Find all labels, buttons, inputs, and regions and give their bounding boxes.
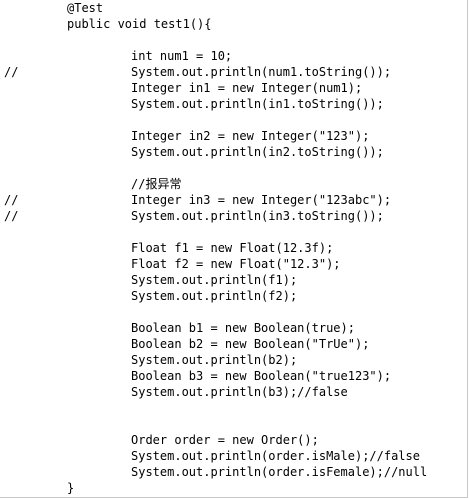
line-code-text: Order order = new Order(); [131, 433, 319, 447]
line-code-text: Boolean b3 = new Boolean("true123"); [131, 369, 392, 383]
line-code-text: System.out.println(f2); [131, 289, 298, 303]
line-code-text: Float f2 = new Float("12.3"); [131, 257, 341, 271]
line-code-text: @Test [67, 1, 104, 15]
line-code-text: System.out.println(in2.toString()); [131, 145, 384, 159]
line-code-text: System.out.println(order.isMale);//false [131, 449, 420, 463]
line-code-text: System.out.println(b3);//false [131, 385, 348, 399]
line-code-text: int num1 = 10; [131, 49, 233, 63]
line-code-text: System.out.println(in3.toString()); [131, 209, 384, 223]
line-code-text: System.out.println(order.isFemale);//nul… [131, 465, 428, 479]
line-code-text: Boolean b1 = new Boolean(true); [131, 321, 355, 335]
line-code-text: } [67, 481, 75, 495]
line-code-text: System.out.println(in1.toString()); [131, 97, 384, 111]
code-editor[interactable]: @Test public void test1(){ int num1 = 10; /… [0, 0, 468, 498]
line-comment-marker: // [4, 65, 19, 79]
line-comment-marker: // [4, 209, 19, 223]
line-code-text: System.out.println(b2); [131, 353, 298, 367]
line-code-text: //报异常 [131, 177, 182, 191]
line-code-text: Boolean b2 = new Boolean("TrUe"); [131, 337, 370, 351]
line-code-text: public void test1(){ [67, 17, 212, 31]
line-code-text: Integer in1 = new Integer(num1); [131, 81, 363, 95]
line-comment-marker: // [4, 193, 19, 207]
line-code-text: Integer in3 = new Integer("123abc"); [131, 193, 392, 207]
line-code-text: Float f1 = new Float(12.3f); [131, 241, 334, 255]
line-code-text: Integer in2 = new Integer("123"); [131, 129, 370, 143]
line-code-text: System.out.println(f1); [131, 273, 298, 287]
line-code-text: System.out.println(num1.toString()); [131, 65, 392, 79]
